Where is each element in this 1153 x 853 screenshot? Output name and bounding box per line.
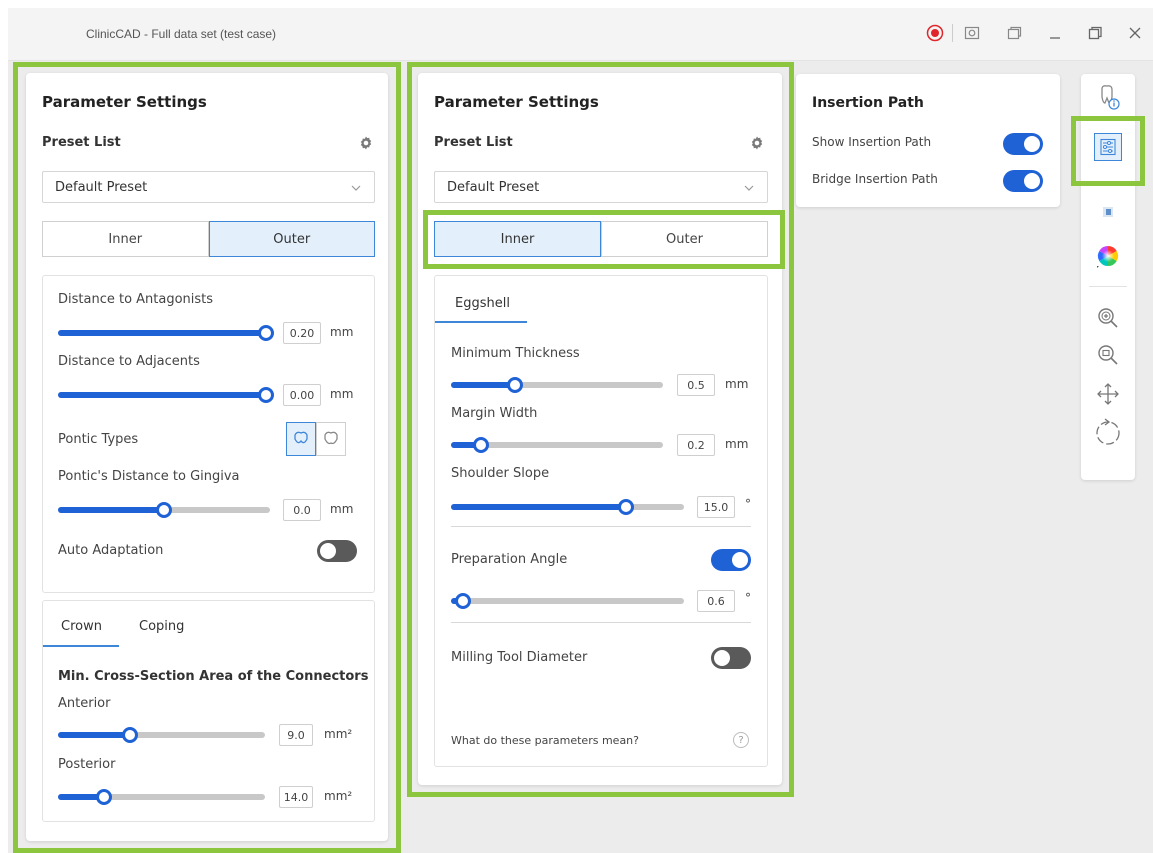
record-button[interactable] [922, 20, 948, 46]
close-button[interactable] [1122, 20, 1148, 46]
zoom-in-icon [1098, 308, 1118, 328]
window-list-button[interactable] [1001, 20, 1027, 46]
title-bar: ClinicCAD - Full data set (test case) [8, 8, 1153, 61]
maximize-button[interactable] [1082, 20, 1108, 46]
minimize-icon [1050, 37, 1060, 39]
minimize-button[interactable] [1042, 20, 1068, 46]
color-wheel-button[interactable] [1081, 238, 1135, 274]
zoom-in-button[interactable] [1081, 300, 1135, 336]
windows-icon [1007, 26, 1022, 40]
rotate-button[interactable] [1081, 414, 1135, 450]
tooth-info-button[interactable] [1081, 80, 1135, 116]
pan-icon [1097, 383, 1119, 405]
highlight-left-panel [13, 62, 401, 853]
cube-view-button[interactable] [1081, 194, 1135, 230]
rotate-icon [1096, 418, 1120, 445]
show-insertion-path-toggle[interactable] [1003, 133, 1043, 155]
camera-icon [964, 26, 980, 40]
zoom-fit-icon [1098, 345, 1118, 365]
window-title: ClinicCAD - Full data set (test case) [86, 27, 277, 41]
insertion-path-panel: Insertion Path Show Insertion Path Bridg… [796, 74, 1060, 207]
zoom-fit-button[interactable] [1081, 337, 1135, 373]
panel-title: Insertion Path [812, 95, 924, 111]
screenshot-button[interactable] [959, 20, 985, 46]
bridge-insertion-path-toggle[interactable] [1003, 170, 1043, 192]
cube-view-icon [1103, 207, 1113, 217]
highlight-toolbar-button [1071, 116, 1145, 186]
separator [952, 24, 953, 42]
close-icon [1129, 27, 1141, 39]
show-insertion-path-label: Show Insertion Path [812, 135, 932, 149]
color-wheel-icon [1097, 245, 1119, 268]
restore-icon [1088, 26, 1102, 40]
pan-button[interactable] [1081, 376, 1135, 412]
toolbar-divider [1089, 286, 1127, 287]
highlight-inner-outer [423, 210, 785, 269]
bridge-insertion-path-label: Bridge Insertion Path [812, 172, 938, 186]
tooth-info-icon [1101, 85, 1120, 110]
highlight-middle-panel [407, 62, 794, 797]
record-icon [926, 24, 944, 42]
